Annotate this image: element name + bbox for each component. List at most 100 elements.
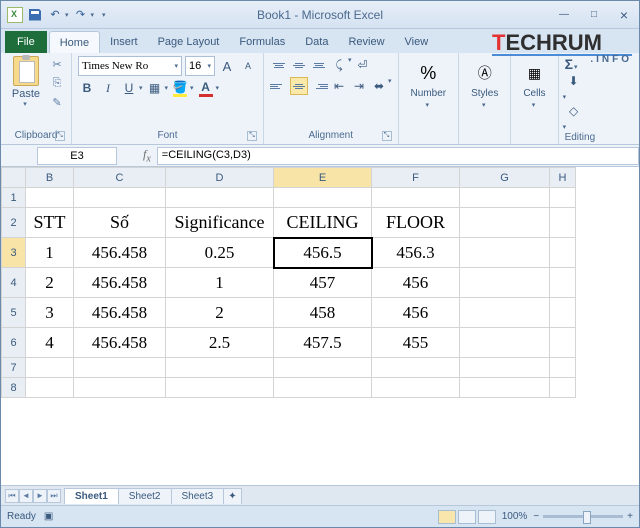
wrap-text-button[interactable]: ⏎: [354, 56, 372, 74]
page-break-view-button[interactable]: [478, 510, 496, 524]
cell-E2[interactable]: CEILING: [274, 208, 372, 238]
row-header-5[interactable]: 5: [2, 298, 26, 328]
clipboard-launcher-icon[interactable]: ⤡: [55, 131, 65, 141]
redo-dropdown-icon[interactable]: ▾: [91, 11, 95, 19]
pagelayout-tab[interactable]: Page Layout: [148, 31, 230, 53]
home-tab[interactable]: Home: [49, 31, 100, 53]
cell-G4[interactable]: [460, 268, 550, 298]
font-color-button[interactable]: A: [197, 79, 215, 97]
bold-button[interactable]: B: [78, 79, 96, 97]
cut-button[interactable]: ✂: [49, 56, 65, 72]
cell-G8[interactable]: [460, 378, 550, 398]
col-header-B[interactable]: B: [26, 168, 74, 188]
cell-E6[interactable]: 457.5: [274, 328, 372, 358]
row-header-8[interactable]: 8: [2, 378, 26, 398]
cell-E5[interactable]: 458: [274, 298, 372, 328]
cell-H8[interactable]: [550, 378, 576, 398]
cell-G3[interactable]: [460, 238, 550, 268]
cell-F8[interactable]: [372, 378, 460, 398]
percent-icon[interactable]: %: [411, 58, 447, 88]
cell-B6[interactable]: 4: [26, 328, 74, 358]
col-header-G[interactable]: G: [460, 168, 550, 188]
orientation-button[interactable]: ⤹: [330, 56, 348, 74]
cell-H4[interactable]: [550, 268, 576, 298]
font-launcher-icon[interactable]: ⤡: [247, 131, 257, 141]
cell-D8[interactable]: [166, 378, 274, 398]
cell-H6[interactable]: [550, 328, 576, 358]
fontcolor-dropdown-icon[interactable]: ▾: [216, 84, 220, 92]
cell-H3[interactable]: [550, 238, 576, 268]
row-header-6[interactable]: 6: [2, 328, 26, 358]
cell-B4[interactable]: 2: [26, 268, 74, 298]
cell-D2[interactable]: Significance: [166, 208, 274, 238]
cell-B1[interactable]: [26, 188, 74, 208]
align-right-button[interactable]: [310, 77, 328, 95]
autosum-dropdown-icon[interactable]: ▾: [574, 64, 578, 71]
cell-E7[interactable]: [274, 358, 372, 378]
file-tab[interactable]: File: [5, 31, 47, 53]
formula-input[interactable]: =CEILING(C3,D3): [157, 147, 639, 165]
cell-E3[interactable]: 456.5: [274, 238, 372, 268]
view-tab[interactable]: View: [395, 31, 439, 53]
normal-view-button[interactable]: [438, 510, 456, 524]
merge-dropdown-icon[interactable]: ▾: [388, 77, 392, 95]
minimize-button[interactable]: —: [549, 5, 579, 25]
cell-B5[interactable]: 3: [26, 298, 74, 328]
paste-dropdown-icon[interactable]: ▾: [5, 100, 45, 108]
sheet-nav-last[interactable]: ⏭: [47, 489, 61, 503]
align-middle-button[interactable]: [290, 56, 308, 74]
number-button[interactable]: Number▾: [411, 88, 447, 110]
increase-indent-button[interactable]: ⇥: [350, 77, 368, 95]
cell-E1[interactable]: [274, 188, 372, 208]
fill-dropdown-icon2[interactable]: ▾: [563, 94, 567, 101]
sheet-tab-1[interactable]: Sheet1: [64, 488, 119, 504]
insert-tab[interactable]: Insert: [100, 31, 148, 53]
new-sheet-button[interactable]: ✦: [223, 488, 241, 504]
zoom-level[interactable]: 100%: [502, 511, 528, 522]
row-header-7[interactable]: 7: [2, 358, 26, 378]
align-center-button[interactable]: [290, 77, 308, 95]
col-header-F[interactable]: F: [372, 168, 460, 188]
cell-C2[interactable]: Số: [74, 208, 166, 238]
fill-dropdown-icon[interactable]: ▾: [190, 84, 194, 92]
font-size-select[interactable]: 16▾: [185, 56, 215, 76]
col-header-H[interactable]: H: [550, 168, 576, 188]
align-left-button[interactable]: [270, 77, 288, 95]
cell-C4[interactable]: 456.458: [74, 268, 166, 298]
qat-customize-icon[interactable]: ▾: [102, 11, 106, 19]
cell-B2[interactable]: STT: [26, 208, 74, 238]
underline-dropdown-icon[interactable]: ▾: [139, 84, 143, 92]
formulas-tab[interactable]: Formulas: [229, 31, 295, 53]
cell-F2[interactable]: FLOOR: [372, 208, 460, 238]
grow-font-button[interactable]: A: [218, 57, 236, 75]
clear-button[interactable]: ◇: [565, 102, 583, 120]
cell-B8[interactable]: [26, 378, 74, 398]
cell-D1[interactable]: [166, 188, 274, 208]
cell-D5[interactable]: 2: [166, 298, 274, 328]
cell-G7[interactable]: [460, 358, 550, 378]
cell-H1[interactable]: [550, 188, 576, 208]
sheet-nav-prev[interactable]: ◄: [19, 489, 33, 503]
decrease-indent-button[interactable]: ⇤: [330, 77, 348, 95]
undo-dropdown-icon[interactable]: ▾: [65, 11, 69, 19]
cell-C6[interactable]: 456.458: [74, 328, 166, 358]
cell-B7[interactable]: [26, 358, 74, 378]
cell-F6[interactable]: 455: [372, 328, 460, 358]
cell-C5[interactable]: 456.458: [74, 298, 166, 328]
col-header-E[interactable]: E: [274, 168, 372, 188]
font-name-select[interactable]: Times New Ro▾: [78, 56, 182, 76]
orient-dropdown-icon[interactable]: ▾: [348, 56, 352, 74]
macro-record-icon[interactable]: ▣: [44, 511, 53, 522]
cell-F1[interactable]: [372, 188, 460, 208]
row-header-3[interactable]: 3: [2, 238, 26, 268]
sheet-nav-next[interactable]: ►: [33, 489, 47, 503]
cell-C3[interactable]: 456.458: [74, 238, 166, 268]
cell-G5[interactable]: [460, 298, 550, 328]
cell-C1[interactable]: [74, 188, 166, 208]
zoom-out-button[interactable]: −: [533, 511, 539, 522]
cell-H2[interactable]: [550, 208, 576, 238]
cell-D4[interactable]: 1: [166, 268, 274, 298]
undo-button[interactable]: ↶: [47, 7, 63, 23]
excel-icon[interactable]: [7, 7, 23, 23]
row-header-1[interactable]: 1: [2, 188, 26, 208]
